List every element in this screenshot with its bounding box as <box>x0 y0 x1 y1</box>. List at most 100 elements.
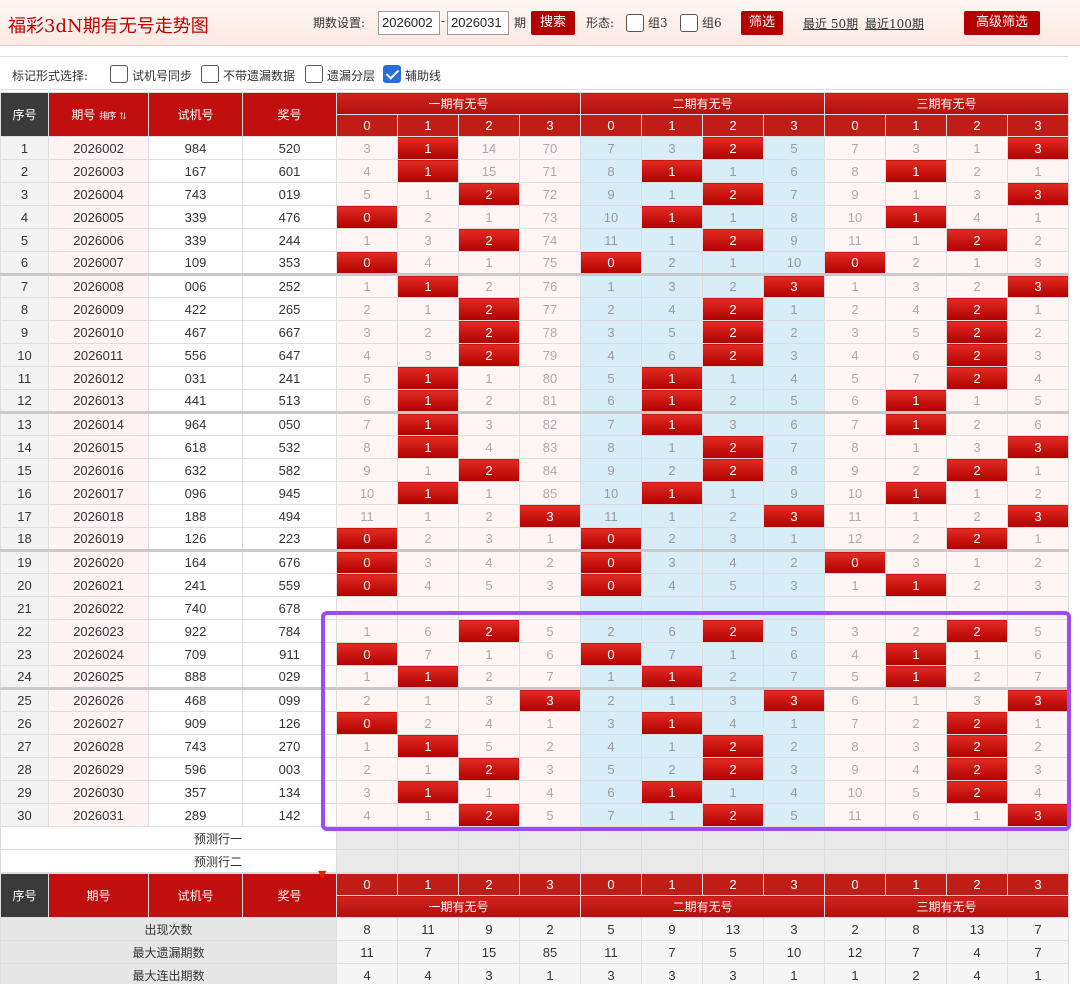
miss-cell: 1 <box>336 228 398 252</box>
hit-cell: 1 <box>397 780 459 804</box>
predict-cell[interactable] <box>518 849 582 873</box>
stats-value: 2 <box>885 963 947 984</box>
row-period: 2026026 <box>48 687 149 712</box>
predict-cell[interactable] <box>458 826 520 850</box>
miss-layer-checkbox[interactable] <box>305 65 323 83</box>
predict-cell[interactable] <box>580 849 643 873</box>
hit-cell: 1 <box>641 711 704 735</box>
hit-cell: 0 <box>336 642 398 666</box>
miss-cell: 1 <box>885 687 948 712</box>
trend-table-area: 序号 期号 排序 ⇅ 试机号 奖号 一期有无号 二期有无号 三期有无号 0123… <box>0 92 1070 984</box>
group3-checkbox[interactable] <box>626 14 644 32</box>
miss-cell: 7 <box>824 136 887 160</box>
row-period: 2026009 <box>48 297 149 321</box>
hit-cell: 2 <box>946 320 1009 344</box>
group6-checkbox[interactable] <box>680 14 698 32</box>
miss-cell: 4 <box>702 711 765 735</box>
guide-line-checkbox[interactable] <box>383 65 401 83</box>
row-try-number: 468 <box>148 687 243 712</box>
miss-cell: 1 <box>702 205 765 229</box>
filter-button[interactable]: 筛选 <box>741 11 783 35</box>
miss-cell: 2 <box>641 527 704 551</box>
sync-try-checkbox[interactable] <box>110 65 128 83</box>
predict-cell[interactable] <box>885 849 948 873</box>
predict-cell[interactable] <box>518 826 582 850</box>
hit-cell: 2 <box>946 734 1009 758</box>
miss-cell: 5 <box>518 803 582 827</box>
miss-cell: 1 <box>702 251 765 275</box>
col-period-header[interactable]: 期号 排序 ⇅ <box>48 92 149 137</box>
miss-cell: 4 <box>641 297 704 321</box>
recent100-link[interactable]: 最近100期 <box>865 15 924 32</box>
miss-cell: 7 <box>824 711 887 735</box>
miss-cell: 1 <box>458 642 520 666</box>
period-to-input[interactable]: 2026031 <box>447 11 509 35</box>
table-row: 5 2026006 339 244 1 3 2 74 11 1 2 9 11 1 2 2 <box>0 228 1070 252</box>
predict-cell[interactable] <box>458 849 520 873</box>
hit-cell: 2 <box>946 366 1009 390</box>
miss-cell: 6 <box>641 619 704 643</box>
sort-arrows-icon[interactable]: ⇅ <box>119 112 126 122</box>
miss-cell: 11 <box>580 228 643 252</box>
predict-cell[interactable] <box>824 849 887 873</box>
miss-cell: 10 <box>580 205 643 229</box>
miss-cell: 3 <box>397 549 459 574</box>
miss-cell: 10 <box>824 481 887 505</box>
recent50-link[interactable]: 最近 50期 <box>803 15 858 32</box>
miss-cell: 84 <box>518 458 582 482</box>
hit-cell: 0 <box>580 251 643 275</box>
miss-cell: 1 <box>946 136 1009 160</box>
sort-label[interactable]: 排序 <box>99 112 116 122</box>
hit-cell: 2 <box>946 297 1009 321</box>
group2-header: 二期有无号 <box>580 92 826 115</box>
predict-cell[interactable] <box>1007 826 1070 850</box>
row-index: 10 <box>0 343 49 367</box>
miss-cell: 7 <box>824 411 887 436</box>
predict-cell[interactable] <box>580 826 643 850</box>
row-try-number: 743 <box>148 734 243 758</box>
miss-cell: 1 <box>1007 527 1070 551</box>
predict-cell[interactable] <box>946 849 1009 873</box>
miss-cell <box>702 596 765 620</box>
predict-cell[interactable] <box>1007 849 1070 873</box>
hit-cell: 0 <box>336 711 398 735</box>
predict-cell[interactable] <box>763 826 826 850</box>
predict-cell[interactable] <box>702 849 765 873</box>
hit-cell: 2 <box>702 182 765 206</box>
predict-cell[interactable] <box>946 826 1009 850</box>
no-miss-checkbox[interactable] <box>201 65 219 83</box>
table-row: 24 2026025 888 029 1 1 2 7 1 1 2 7 5 1 2 7 <box>0 665 1070 689</box>
miss-cell: 1 <box>885 504 948 528</box>
miss-cell: 4 <box>946 205 1009 229</box>
row-index: 17 <box>0 504 49 528</box>
row-index: 7 <box>0 273 49 298</box>
row-index: 29 <box>0 780 49 804</box>
miss-cell: 1 <box>763 711 826 735</box>
predict-cell[interactable] <box>336 826 398 850</box>
row-index: 4 <box>0 205 49 229</box>
miss-cell: 4 <box>518 780 582 804</box>
predict-cell[interactable] <box>824 826 887 850</box>
row-period: 2026003 <box>48 159 149 183</box>
predict-cell[interactable] <box>641 849 704 873</box>
predict-cell[interactable] <box>336 849 398 873</box>
miss-cell: 6 <box>824 389 887 413</box>
row-period: 2026021 <box>48 573 149 597</box>
bottom-group3-header: 三期有无号 <box>824 895 1069 918</box>
predict-cell[interactable] <box>397 826 459 850</box>
predict-cell[interactable] <box>641 826 704 850</box>
advanced-filter-button[interactable]: 高级筛选 <box>964 11 1040 35</box>
digit-header: 1 <box>885 114 948 137</box>
search-button[interactable]: 搜索 <box>531 11 575 35</box>
stats-value: 1 <box>824 963 886 984</box>
miss-cell: 79 <box>518 343 582 367</box>
group6-label: 组6 <box>702 16 722 30</box>
predict-cell[interactable] <box>702 826 765 850</box>
predict-cell[interactable] <box>397 849 459 873</box>
row-period: 2026005 <box>48 205 149 229</box>
table-row: 10 2026011 556 647 4 3 2 79 4 6 2 3 4 6 2 3 <box>0 343 1070 367</box>
predict-cell[interactable] <box>885 826 948 850</box>
predict-cell[interactable] <box>763 849 826 873</box>
row-period: 2026006 <box>48 228 149 252</box>
period-from-input[interactable]: 2026002 <box>378 11 440 35</box>
